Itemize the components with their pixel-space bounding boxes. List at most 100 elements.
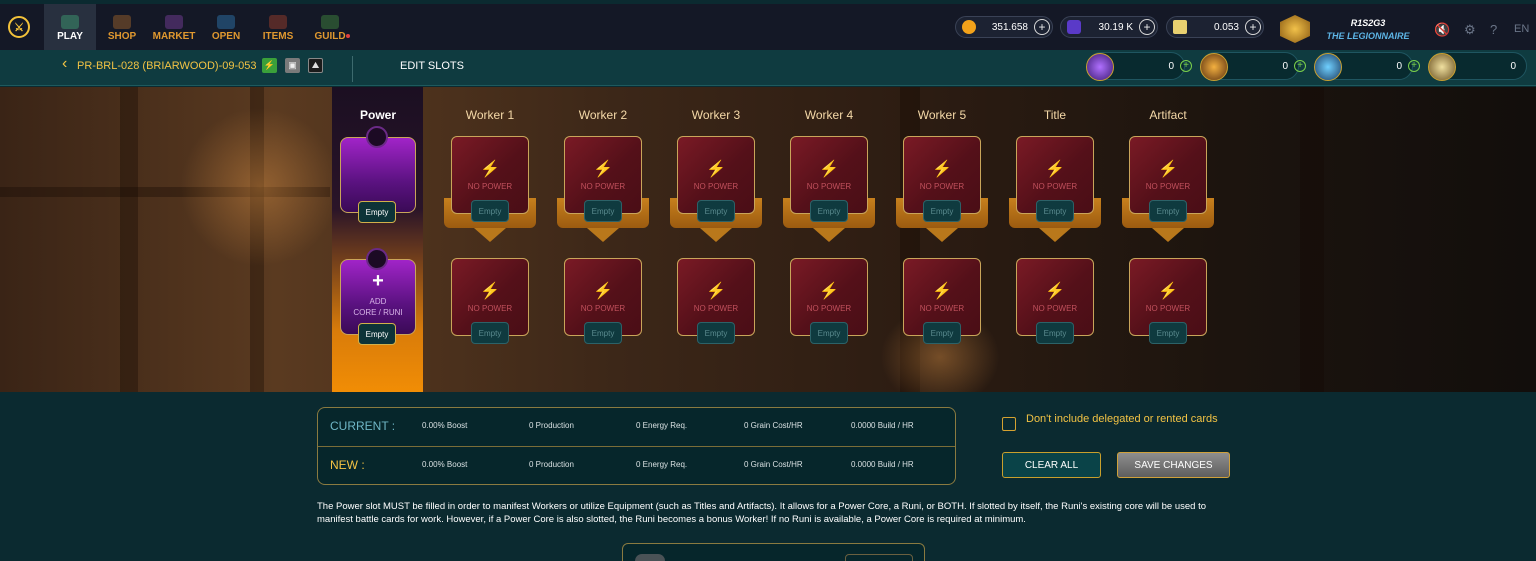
rune-orb-icon [1086, 53, 1114, 81]
summary-panel: CURRENT : NEW : 0.00% Boost 0 Production… [317, 407, 956, 485]
no-power-label: NO POWER [1032, 182, 1078, 191]
current-label: CURRENT : [330, 419, 396, 433]
panel-divider [318, 446, 955, 447]
slot-4-label: Worker 4 [804, 108, 854, 122]
new-label: NEW : [330, 458, 365, 472]
slot-4-equip-empty: Empty [810, 322, 848, 344]
no-power-label: NO POWER [1145, 304, 1191, 313]
toggle-switch[interactable] [635, 554, 665, 561]
slot-6-card-chevron-icon [1039, 228, 1071, 242]
nav-items[interactable]: ITEMS [252, 4, 304, 50]
new-boost: 0.00% Boost [422, 460, 468, 469]
items-icon [269, 15, 287, 29]
scroll-icon [1428, 53, 1456, 81]
no-power-bolt-icon: ⚡ [1045, 283, 1065, 300]
rarity-badge-icon: ▣ [285, 58, 300, 73]
bg-beam [120, 87, 138, 392]
slot-3-card-chevron-icon [700, 228, 732, 242]
no-power-label: NO POWER [1145, 182, 1191, 191]
no-power-bolt-icon: ⚡ [1045, 161, 1065, 178]
slot-1-card-chevron-icon [474, 228, 506, 242]
save-changes-button[interactable]: SAVE CHANGES [1117, 452, 1230, 478]
add-plus-icon: + [372, 270, 384, 292]
voucher-icon [1173, 20, 1187, 34]
app-logo-icon[interactable]: ⚔ [8, 16, 30, 38]
slot-2-card-chevron-icon [587, 228, 619, 242]
plot-name[interactable]: PR-BRL-028 (BRIARWOOD)-09-053 [77, 60, 257, 72]
bg-lantern-glow [180, 107, 340, 267]
user-title: THE LEGIONNAIRE [1326, 31, 1410, 41]
add-voucher-button[interactable]: + [1245, 19, 1261, 35]
nav-guild[interactable]: GUILD [304, 4, 356, 50]
no-power-label: NO POWER [919, 304, 965, 313]
clear-all-button[interactable]: CLEAR ALL [1002, 452, 1101, 478]
nav-market[interactable]: MARKET [148, 4, 200, 50]
sps-balance: 30.19 K + [1060, 16, 1158, 38]
workshop-background [0, 87, 1536, 392]
slot-2-card-empty: Empty [584, 200, 622, 222]
add-rune-button[interactable]: + [1180, 60, 1192, 72]
nav-play[interactable]: PLAY [44, 4, 96, 50]
no-power-bolt-icon: ⚡ [593, 283, 613, 300]
no-power-bolt-icon: ⚡ [932, 283, 952, 300]
bottom-control[interactable] [845, 554, 913, 561]
username[interactable]: R1S2G3 [1318, 18, 1418, 28]
slot-2-equip-empty: Empty [584, 322, 622, 344]
no-power-bolt-icon: ⚡ [1158, 161, 1178, 178]
current-boost: 0.00% Boost [422, 421, 468, 430]
sps-value: 30.19 K [1098, 21, 1133, 33]
current-build-rate: 0.0000 Build / HR [851, 421, 914, 430]
slot-2-label: Worker 2 [578, 108, 628, 122]
slot-7-label: Artifact [1149, 108, 1187, 122]
add-dec-button[interactable]: + [1034, 19, 1050, 35]
no-power-label: NO POWER [919, 182, 965, 191]
edit-slots-title: EDIT SLOTS [400, 60, 464, 72]
no-power-bolt-icon: ⚡ [1158, 283, 1178, 300]
slot-1-equip-empty: Empty [471, 322, 509, 344]
grain-icon [1200, 53, 1228, 81]
add-sps-button[interactable]: + [1139, 19, 1155, 35]
slot-1-label: Worker 1 [465, 108, 515, 122]
no-power-label: NO POWER [806, 304, 852, 313]
language-selector[interactable]: EN [1514, 23, 1529, 35]
crystal-icon [1314, 53, 1342, 81]
exclude-delegated-label[interactable]: Don't include delegated or rented cards [1026, 413, 1226, 425]
slot-1-card-empty: Empty [471, 200, 509, 222]
nav-shop[interactable]: SHOP [96, 4, 148, 50]
sps-crystal-icon [1067, 20, 1081, 34]
back-arrow-icon[interactable]: ‹ [62, 55, 67, 73]
slot-3-label: Worker 3 [691, 108, 741, 122]
slot-7-card-chevron-icon [1152, 228, 1184, 242]
new-grain-cost: 0 Grain Cost/HR [744, 460, 803, 469]
no-power-label: NO POWER [693, 182, 739, 191]
stat-scroll-counter: 0 [1428, 52, 1527, 81]
slot-4-card-chevron-icon [813, 228, 845, 242]
dec-balance: 351.658 + [955, 16, 1053, 38]
stat-rune-counter: 0 [1086, 52, 1185, 81]
notification-dot [346, 34, 350, 38]
power-slot-info-text: The Power slot MUST be filled in order t… [317, 501, 1207, 525]
guild-avatar[interactable] [1280, 15, 1310, 43]
add-grain-button[interactable]: + [1294, 60, 1306, 72]
add-core-label-2: CORE / RUNI [353, 308, 403, 317]
power-core-empty: Empty [358, 201, 396, 223]
no-power-bolt-icon: ⚡ [480, 161, 500, 178]
no-power-label: NO POWER [580, 182, 626, 191]
bg-beam [1300, 87, 1324, 392]
no-power-label: NO POWER [580, 304, 626, 313]
nav-open[interactable]: OPEN [200, 4, 252, 50]
add-crystal-button[interactable]: + [1408, 60, 1420, 72]
play-icon [61, 15, 79, 29]
top-navigation-bar: ⚔ PLAY SHOP MARKET OPEN ITEMS GUILD 351.… [0, 4, 1536, 50]
slot-6-equip-empty: Empty [1036, 322, 1074, 344]
exclude-delegated-checkbox[interactable] [1002, 417, 1016, 431]
slot-5-card-chevron-icon [926, 228, 958, 242]
slot-6-label: Title [1043, 108, 1067, 122]
stat-crystal-counter: 0 [1314, 52, 1413, 81]
slot-6-card-empty: Empty [1036, 200, 1074, 222]
help-icon[interactable]: ? [1490, 22, 1497, 37]
dec-coin-icon [962, 20, 976, 34]
gear-icon[interactable]: ⚙ [1464, 22, 1476, 38]
mute-icon[interactable]: 🔇 [1434, 22, 1450, 38]
dec-value: 351.658 [991, 21, 1028, 33]
